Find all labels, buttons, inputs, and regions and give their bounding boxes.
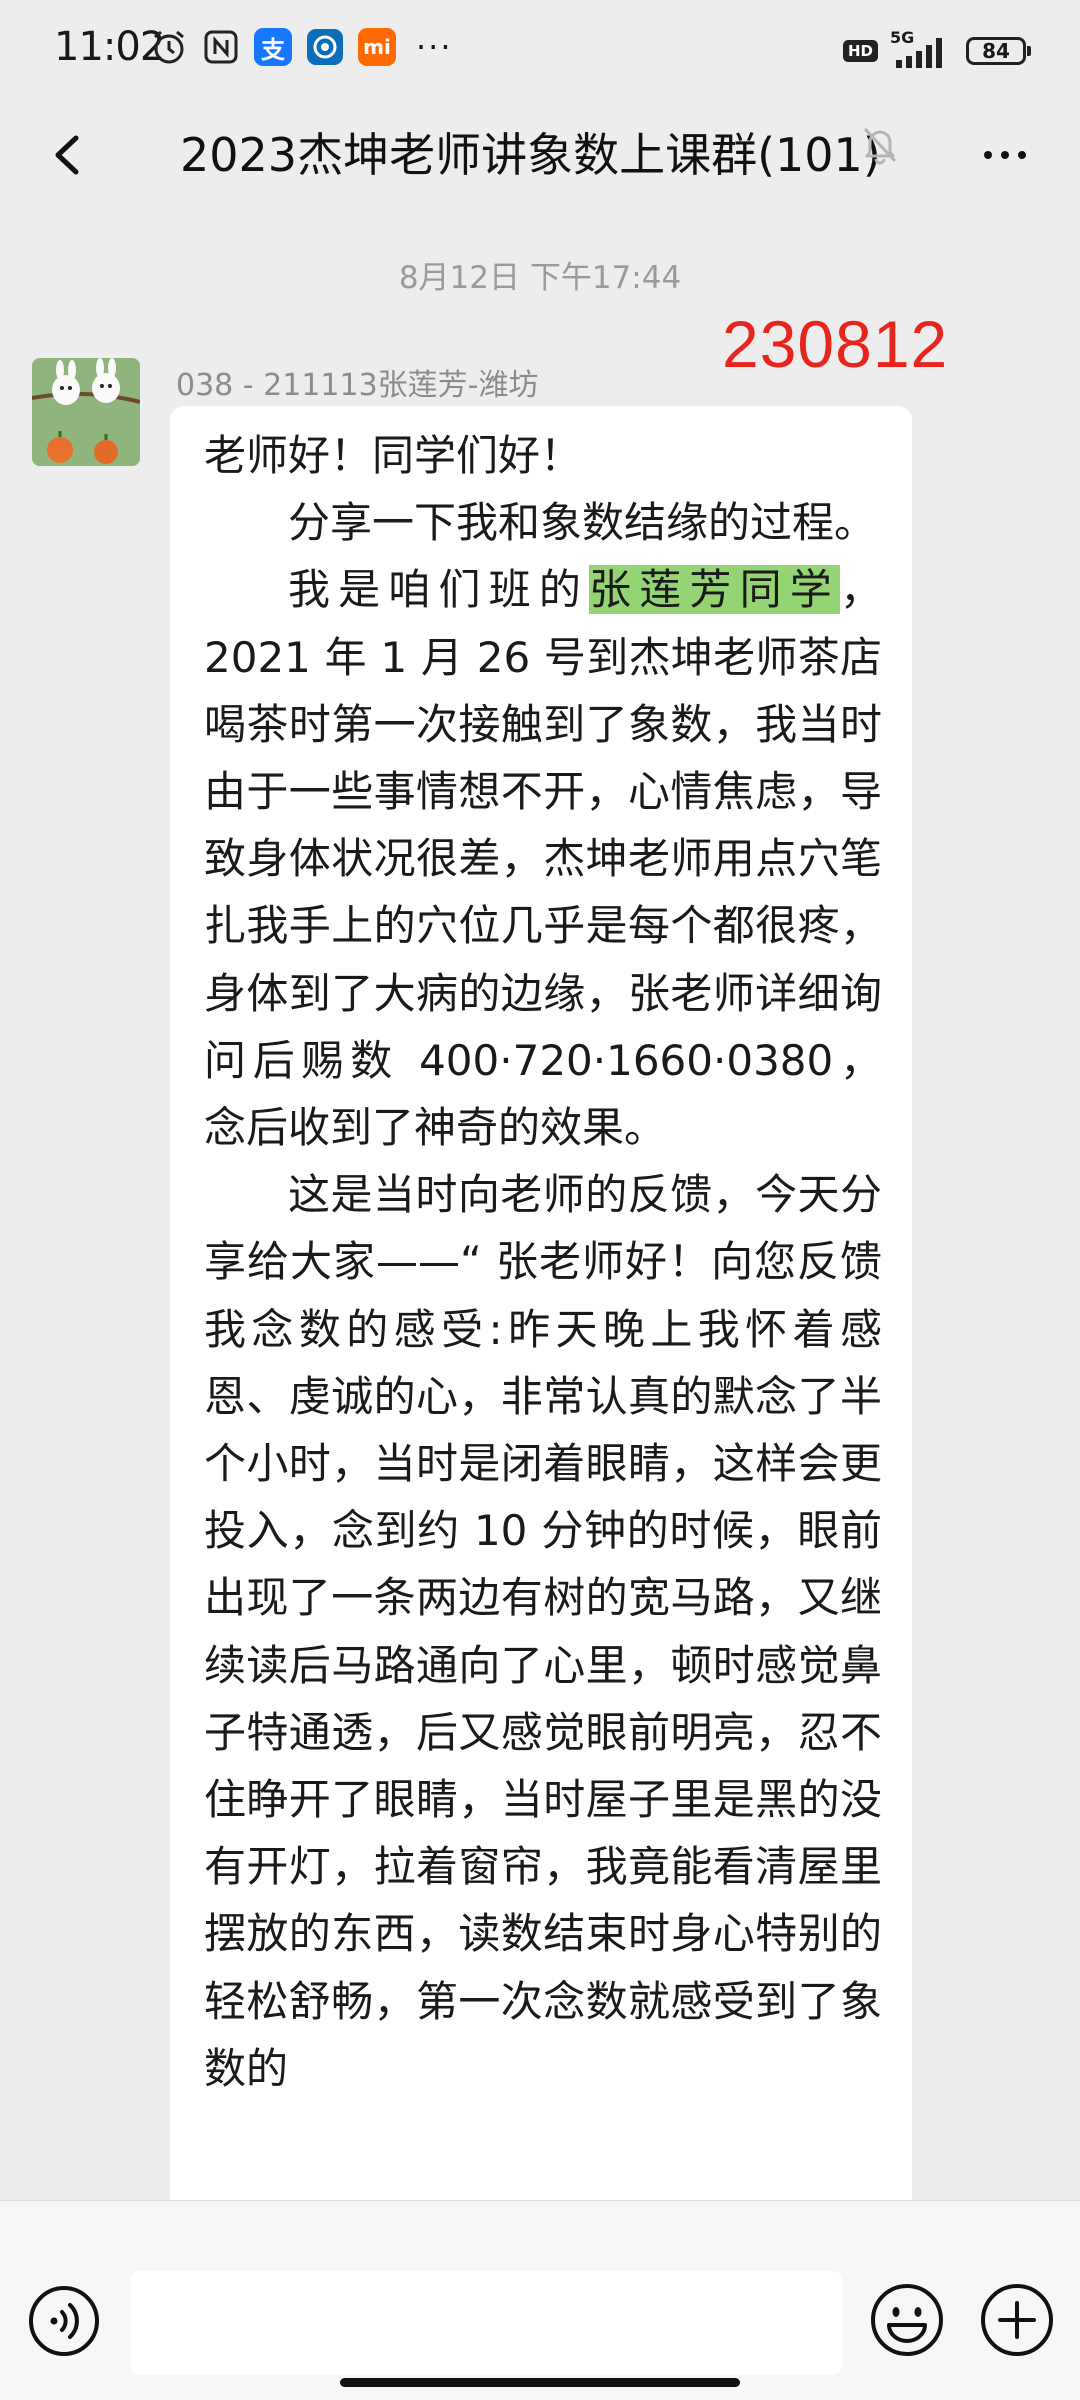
- message-list[interactable]: 8月12日 下午17:44 230812 038 - 211113张莲芳-潍坊 …: [0, 210, 1080, 2200]
- signal-icon: 5G: [890, 28, 954, 70]
- message-paragraph: 我是咱们班的张莲芳同学，2021 年 1 月 26 号到杰坤老师茶店喝茶时第一次…: [204, 556, 882, 1161]
- status-bar: 11:02 支 mi ··· HD 5G 84: [0, 0, 1080, 100]
- highlighted-name: 张莲芳同学: [589, 565, 840, 615]
- emoji-icon[interactable]: [868, 2281, 946, 2359]
- battery-level: 84: [982, 39, 1010, 63]
- mi-icon: mi: [358, 28, 396, 66]
- back-arrow-icon[interactable]: [40, 120, 100, 190]
- battery-icon: 84: [966, 37, 1031, 65]
- message-paragraph: 这是当时向老师的反馈，今天分享给大家——“ 张老师好！向您反馈我念数的感受:昨天…: [204, 1170, 882, 2093]
- status-system-icons: HD 5G 84: [842, 28, 1031, 70]
- status-time: 11:02: [54, 24, 165, 70]
- message-text: 我是咱们班的: [288, 565, 590, 615]
- alarm-clock-icon: [150, 28, 188, 66]
- sender-name: 038 - 211113张莲芳-潍坊: [176, 368, 539, 403]
- more-icon[interactable]: [970, 122, 1040, 188]
- chat-title: 2023杰坤老师讲象数上课群(101): [180, 128, 881, 182]
- bank-app-icon: [306, 28, 344, 66]
- input-bar: [0, 2200, 1080, 2400]
- message-text: ，2021 年 1 月 26 号到杰坤老师茶店喝茶时第一次接触到了象数，我当时由…: [204, 565, 882, 1153]
- muted-bell-icon: [858, 122, 902, 166]
- sender-avatar[interactable]: [32, 358, 140, 466]
- plus-icon[interactable]: [978, 2281, 1056, 2359]
- status-notification-icons: 支 mi ···: [150, 28, 453, 66]
- message-timestamp: 8月12日 下午17:44: [398, 260, 682, 296]
- nfc-icon: [202, 28, 240, 66]
- voice-icon[interactable]: [26, 2283, 102, 2359]
- message-paragraph: 分享一下我和象数结缘的过程。: [288, 498, 877, 548]
- message-input[interactable]: [130, 2271, 842, 2375]
- home-indicator[interactable]: [340, 2378, 740, 2387]
- message-bubble[interactable]: 老师好！同学们好！ 分享一下我和象数结缘的过程。 我是咱们班的张莲芳同学，202…: [170, 406, 912, 2200]
- chat-header: 2023杰坤老师讲象数上课群(101): [0, 100, 1080, 210]
- alipay-icon: 支: [254, 28, 292, 66]
- date-watermark: 230812: [722, 307, 949, 381]
- hd-voice-icon: HD: [842, 40, 878, 62]
- chat-screen: 11:02 支 mi ··· HD 5G 84 2023杰坤老师讲象数上课群(1…: [0, 0, 1080, 2400]
- message-greeting: 老师好！同学们好！: [204, 431, 583, 480]
- more-notifications-icon: ···: [416, 28, 453, 66]
